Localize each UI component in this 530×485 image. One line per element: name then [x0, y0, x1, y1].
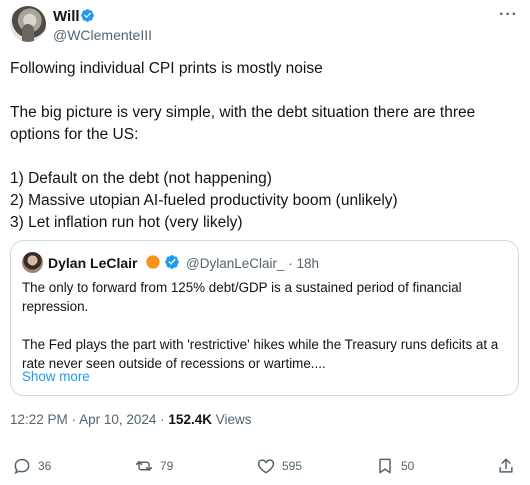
like-button[interactable]: 595: [256, 455, 302, 477]
more-icon[interactable]: ···: [499, 6, 518, 24]
quoted-meta: @DylanLeClair_ · 18h: [186, 256, 319, 271]
tweet-text: Following individual CPI prints is mostl…: [10, 60, 476, 231]
quoted-text: The only to forward from 125% debt/GDP i…: [22, 280, 499, 371]
reply-button[interactable]: 36: [12, 455, 51, 477]
reply-count: 36: [38, 459, 52, 473]
repost-icon: [135, 461, 153, 471]
like-icon: [257, 459, 275, 474]
quoted-time[interactable]: 18h: [297, 256, 320, 271]
tweet-date[interactable]: Apr 10, 2024: [79, 412, 156, 427]
bookmark-button[interactable]: 50: [375, 455, 414, 477]
quoted-author-avatar[interactable]: [22, 252, 43, 273]
verified-badge-icon: [165, 255, 179, 269]
views-count: 152.4K: [168, 412, 212, 427]
affiliate-badge-icon: [146, 255, 160, 269]
share-icon: [499, 458, 513, 473]
separator: ·: [71, 412, 77, 427]
quoted-handle[interactable]: @DylanLeClair_: [186, 256, 285, 271]
like-count: 595: [282, 459, 303, 473]
separator: ·: [160, 412, 165, 427]
views-label: Views: [215, 412, 252, 427]
tweet-timestamp: 12:22 PM · Apr 10, 2024 · 152.4K Views: [10, 412, 252, 427]
author-name[interactable]: Will: [53, 8, 80, 25]
author-avatar[interactable]: [10, 6, 46, 42]
reply-icon: [14, 458, 30, 475]
bookmark-icon: [379, 458, 391, 474]
repost-count: 79: [160, 459, 174, 473]
repost-button[interactable]: 79: [134, 455, 173, 477]
show-more-link[interactable]: Show more: [22, 369, 90, 384]
separator: ·: [288, 256, 293, 271]
verified-badge-icon: [81, 9, 94, 22]
share-button[interactable]: [496, 455, 516, 477]
author-handle[interactable]: @WClementeIII: [53, 27, 152, 43]
bookmark-count: 50: [401, 459, 415, 473]
quoted-tweet[interactable]: Dylan LeClair @DylanLeClair_ · 18h The o…: [10, 240, 519, 396]
action-bar: 36 79 595 50: [0, 450, 530, 480]
quoted-author-name[interactable]: Dylan LeClair: [48, 255, 137, 271]
tweet-header: Will @WClementeIII ···: [0, 0, 530, 50]
tweet-time[interactable]: 12:22 PM: [10, 412, 68, 427]
